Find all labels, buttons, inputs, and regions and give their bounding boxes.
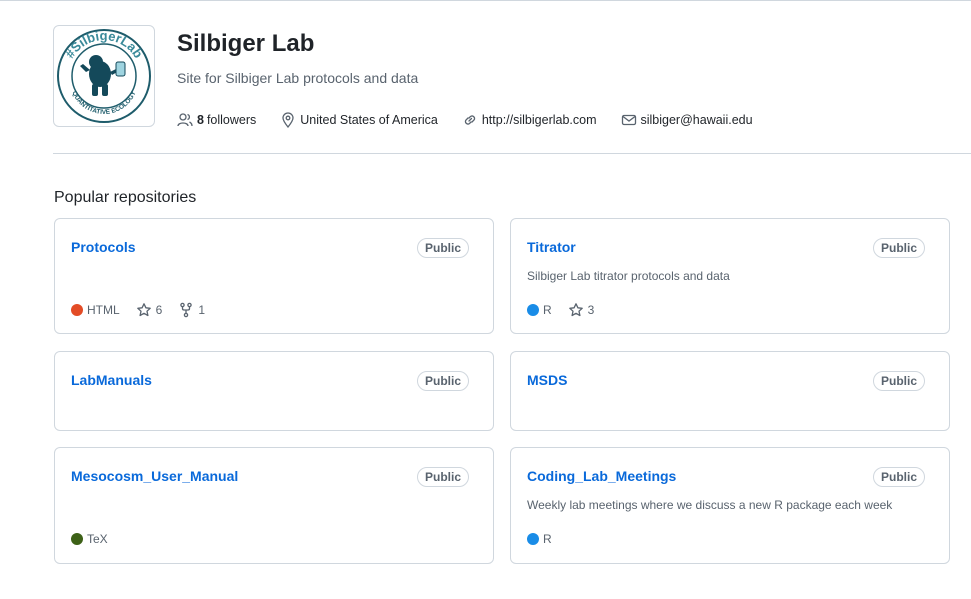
repo-meta: R 3 [527, 302, 610, 318]
stars-count: 6 [155, 303, 163, 317]
stars-link[interactable]: 6 [136, 302, 163, 318]
location: United States of America [280, 112, 438, 128]
language-color-dot [71, 533, 83, 545]
visibility-badge: Public [416, 371, 469, 391]
language-label: HTML [87, 303, 120, 317]
visibility-badge: Public [872, 238, 925, 258]
repo-card: Titrator Public Silbiger Lab titrator pr… [510, 218, 950, 334]
repo-card: Protocols Public HTML 6 1 [54, 218, 494, 334]
visibility-badge: Public [416, 238, 469, 258]
language-label: TeX [87, 532, 108, 546]
link-icon [464, 115, 475, 125]
repo-name-link[interactable]: MSDS [527, 372, 567, 388]
repo-name-link[interactable]: LabManuals [71, 372, 152, 388]
followers-link[interactable]: 8 followers [177, 112, 256, 128]
followers-label: followers [206, 113, 257, 127]
forks-count: 1 [198, 303, 206, 317]
repo-card: MSDS Public [510, 351, 950, 431]
visibility-badge: Public [872, 467, 925, 487]
sample-jar-icon [115, 61, 126, 77]
language-color-dot [527, 304, 539, 316]
repo-card: LabManuals Public [54, 351, 494, 431]
website-link[interactable]: http://silbigerlab.com [462, 112, 597, 128]
org-meta: 8 followers United States of America htt… [177, 112, 777, 128]
visibility-badge: Public [416, 467, 469, 487]
repo-language: TeX [71, 532, 108, 546]
star-icon [568, 303, 583, 317]
location-pin-icon [282, 112, 294, 128]
org-avatar[interactable]: #SilbigerLab QUANTITATIVE ECOLOGY [53, 25, 155, 127]
email-link[interactable]: silbiger@hawaii.edu [621, 112, 753, 128]
email-text: silbiger@hawaii.edu [640, 113, 753, 127]
top-border [0, 0, 971, 1]
repo-card: Mesocosm_User_Manual Public TeX [54, 447, 494, 564]
language-label: R [543, 532, 552, 546]
repo-description: Silbiger Lab titrator protocols and data [527, 269, 730, 283]
repo-name-link[interactable]: Titrator [527, 239, 576, 255]
org-name: Silbiger Lab [177, 30, 315, 57]
repo-meta: TeX [71, 532, 124, 546]
org-description: Site for Silbiger Lab protocols and data [177, 70, 419, 86]
repo-language: R [527, 532, 552, 546]
forks-link[interactable]: 1 [178, 302, 205, 318]
stars-link[interactable]: 3 [568, 302, 595, 318]
repo-language: HTML [71, 303, 120, 317]
mail-icon [621, 114, 636, 126]
repo-name-link[interactable]: Mesocosm_User_Manual [71, 468, 238, 484]
fork-icon [180, 302, 193, 318]
repo-meta: R [527, 532, 568, 546]
visibility-badge: Public [872, 371, 925, 391]
people-icon [177, 113, 193, 127]
popular-repositories-heading: Popular repositories [54, 189, 197, 206]
repo-name-link[interactable]: Coding_Lab_Meetings [527, 468, 676, 484]
location-text: United States of America [300, 113, 438, 127]
repo-language: R [527, 303, 552, 317]
silbiger-lab-logo: #SilbigerLab QUANTITATIVE ECOLOGY [57, 28, 151, 123]
repo-description: Weekly lab meetings where we discuss a n… [527, 498, 893, 512]
website-text: http://silbigerlab.com [481, 113, 597, 127]
star-icon [136, 303, 151, 317]
stars-count: 3 [587, 303, 595, 317]
followers-count: 8 [197, 113, 204, 127]
header-divider [53, 153, 971, 154]
language-color-dot [527, 533, 539, 545]
repo-meta: HTML 6 1 [71, 302, 221, 318]
language-label: R [543, 303, 552, 317]
repo-card: Coding_Lab_Meetings Public Weekly lab me… [510, 447, 950, 564]
language-color-dot [71, 304, 83, 316]
repo-name-link[interactable]: Protocols [71, 239, 136, 255]
